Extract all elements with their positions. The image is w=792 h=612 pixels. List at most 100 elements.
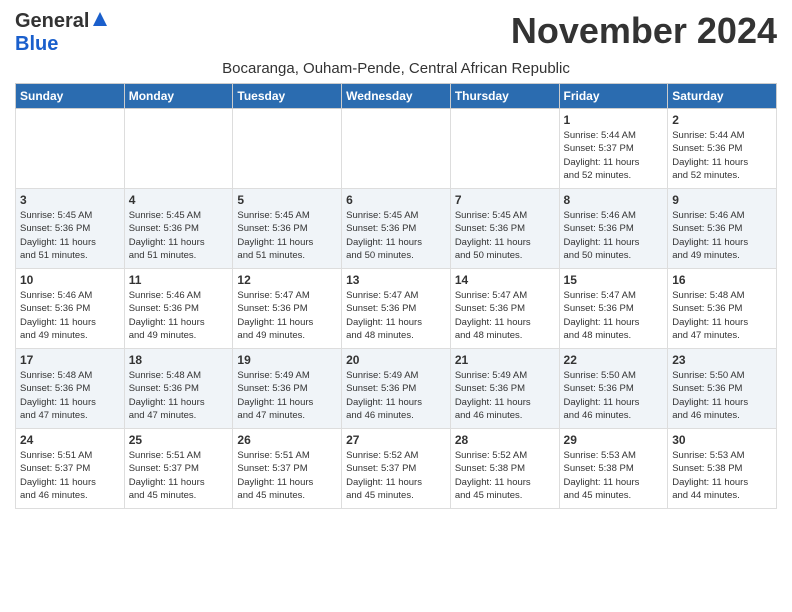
day-info: Sunrise: 5:47 AMSunset: 5:36 PMDaylight:… (237, 289, 337, 342)
logo-icon (91, 10, 109, 33)
day-info: Sunrise: 5:49 AMSunset: 5:36 PMDaylight:… (455, 369, 555, 422)
day-info: Sunrise: 5:47 AMSunset: 5:36 PMDaylight:… (346, 289, 446, 342)
calendar-cell: 19Sunrise: 5:49 AMSunset: 5:36 PMDayligh… (233, 349, 342, 429)
calendar-cell: 2Sunrise: 5:44 AMSunset: 5:36 PMDaylight… (668, 109, 777, 189)
calendar-cell: 27 Sunrise: 5:52 AMSunset: 5:37 PMDayligh… (342, 429, 451, 509)
calendar-cell: 5Sunrise: 5:45 AMSunset: 5:36 PMDaylight… (233, 189, 342, 269)
calendar-cell: 20 Sunrise: 5:49 AMSunset: 5:36 PMDayligh… (342, 349, 451, 429)
day-info: Sunrise: 5:48 AMSunset: 5:36 PMDaylight:… (20, 369, 120, 422)
day-info: Sunrise: 5:48 AMSunset: 5:36 PMDaylight:… (129, 369, 229, 422)
calendar-cell: 14 Sunrise: 5:47 AMSunset: 5:36 PMDayligh… (450, 269, 559, 349)
day-number: 17 (20, 353, 120, 367)
subtitle: Bocaranga, Ouham-Pende, Central African … (15, 60, 777, 77)
day-number: 29 (564, 433, 664, 447)
day-info: Sunrise: 5:51 AMSunset: 5:37 PMDaylight:… (237, 449, 337, 502)
day-info: Sunrise: 5:47 AMSunset: 5:36 PMDaylight:… (564, 289, 664, 342)
day-number: 12 (237, 273, 337, 287)
day-info: Sunrise: 5:44 AMSunset: 5:37 PMDaylight:… (564, 129, 664, 182)
calendar-cell: 25Sunrise: 5:51 AMSunset: 5:37 PMDayligh… (124, 429, 233, 509)
day-number: 27 (346, 433, 446, 447)
month-title: November 2024 (511, 10, 777, 52)
day-number: 20 (346, 353, 446, 367)
weekday-header-saturday: Saturday (668, 84, 777, 109)
calendar-cell: 29 Sunrise: 5:53 AMSunset: 5:38 PMDayligh… (559, 429, 668, 509)
calendar-cell: 11 Sunrise: 5:46 AMSunset: 5:36 PMDayligh… (124, 269, 233, 349)
day-info: Sunrise: 5:51 AMSunset: 5:37 PMDaylight:… (20, 449, 120, 502)
day-info: Sunrise: 5:47 AMSunset: 5:36 PMDaylight:… (455, 289, 555, 342)
day-info: Sunrise: 5:53 AMSunset: 5:38 PMDaylight:… (672, 449, 772, 502)
calendar-week-3: 10 Sunrise: 5:46 AMSunset: 5:36 PMDayligh… (16, 269, 777, 349)
day-info: Sunrise: 5:46 AMSunset: 5:36 PMDaylight:… (672, 209, 772, 262)
day-info: Sunrise: 5:52 AMSunset: 5:37 PMDaylight:… (346, 449, 446, 502)
day-info: Sunrise: 5:45 AMSunset: 5:36 PMDaylight:… (129, 209, 229, 262)
calendar-cell: 23Sunrise: 5:50 AMSunset: 5:36 PMDayligh… (668, 349, 777, 429)
day-number: 3 (20, 193, 120, 207)
day-info: Sunrise: 5:52 AMSunset: 5:38 PMDaylight:… (455, 449, 555, 502)
calendar-cell: 18 Sunrise: 5:48 AMSunset: 5:36 PMDayligh… (124, 349, 233, 429)
header: General Blue November 2024 (15, 10, 777, 56)
day-number: 13 (346, 273, 446, 287)
weekday-header-monday: Monday (124, 84, 233, 109)
day-number: 7 (455, 193, 555, 207)
day-number: 30 (672, 433, 772, 447)
day-number: 18 (129, 353, 229, 367)
weekday-header-tuesday: Tuesday (233, 84, 342, 109)
calendar-cell: 28 Sunrise: 5:52 AMSunset: 5:38 PMDayligh… (450, 429, 559, 509)
calendar-week-2: 3 Sunrise: 5:45 AMSunset: 5:36 PMDaylight… (16, 189, 777, 269)
calendar-cell: 4 Sunrise: 5:45 AMSunset: 5:36 PMDaylight… (124, 189, 233, 269)
calendar-cell: 22Sunrise: 5:50 AMSunset: 5:36 PMDayligh… (559, 349, 668, 429)
day-number: 19 (237, 353, 337, 367)
calendar-table: SundayMondayTuesdayWednesdayThursdayFrid… (15, 83, 777, 509)
calendar-cell: 12 Sunrise: 5:47 AMSunset: 5:36 PMDayligh… (233, 269, 342, 349)
logo: General Blue (15, 10, 109, 56)
day-info: Sunrise: 5:45 AMSunset: 5:36 PMDaylight:… (20, 209, 120, 262)
day-number: 24 (20, 433, 120, 447)
calendar-cell: 1 Sunrise: 5:44 AMSunset: 5:37 PMDaylight… (559, 109, 668, 189)
calendar-week-1: 1 Sunrise: 5:44 AMSunset: 5:37 PMDaylight… (16, 109, 777, 189)
calendar-cell (124, 109, 233, 189)
calendar-cell: 6 Sunrise: 5:45 AMSunset: 5:36 PMDaylight… (342, 189, 451, 269)
calendar-cell: 9 Sunrise: 5:46 AMSunset: 5:36 PMDaylight… (668, 189, 777, 269)
day-number: 4 (129, 193, 229, 207)
day-info: Sunrise: 5:53 AMSunset: 5:38 PMDaylight:… (564, 449, 664, 502)
calendar-cell: 24 Sunrise: 5:51 AMSunset: 5:37 PMDayligh… (16, 429, 125, 509)
logo-blue: Blue (15, 33, 58, 55)
calendar-cell: 17 Sunrise: 5:48 AMSunset: 5:36 PMDayligh… (16, 349, 125, 429)
day-number: 8 (564, 193, 664, 207)
calendar-cell: 8 Sunrise: 5:46 AMSunset: 5:36 PMDaylight… (559, 189, 668, 269)
day-number: 14 (455, 273, 555, 287)
day-number: 25 (129, 433, 229, 447)
weekday-header-sunday: Sunday (16, 84, 125, 109)
day-number: 15 (564, 273, 664, 287)
day-info: Sunrise: 5:45 AMSunset: 5:36 PMDaylight:… (346, 209, 446, 262)
day-info: Sunrise: 5:46 AMSunset: 5:36 PMDaylight:… (564, 209, 664, 262)
day-info: Sunrise: 5:50 AMSunset: 5:36 PMDaylight:… (672, 369, 772, 422)
day-number: 10 (20, 273, 120, 287)
day-info: Sunrise: 5:50 AMSunset: 5:36 PMDaylight:… (564, 369, 664, 422)
day-info: Sunrise: 5:48 AMSunset: 5:36 PMDaylight:… (672, 289, 772, 342)
day-info: Sunrise: 5:45 AMSunset: 5:36 PMDaylight:… (455, 209, 555, 262)
weekday-header-wednesday: Wednesday (342, 84, 451, 109)
calendar-week-5: 24 Sunrise: 5:51 AMSunset: 5:37 PMDayligh… (16, 429, 777, 509)
day-info: Sunrise: 5:46 AMSunset: 5:36 PMDaylight:… (129, 289, 229, 342)
calendar-cell (16, 109, 125, 189)
day-info: Sunrise: 5:46 AMSunset: 5:36 PMDaylight:… (20, 289, 120, 342)
calendar-cell: 15 Sunrise: 5:47 AMSunset: 5:36 PMDayligh… (559, 269, 668, 349)
calendar-cell: 30 Sunrise: 5:53 AMSunset: 5:38 PMDayligh… (668, 429, 777, 509)
weekday-header-thursday: Thursday (450, 84, 559, 109)
day-number: 1 (564, 113, 664, 127)
day-number: 21 (455, 353, 555, 367)
day-info: Sunrise: 5:49 AMSunset: 5:36 PMDaylight:… (346, 369, 446, 422)
day-number: 5 (237, 193, 337, 207)
calendar-cell: 13 Sunrise: 5:47 AMSunset: 5:36 PMDayligh… (342, 269, 451, 349)
day-number: 28 (455, 433, 555, 447)
calendar-cell: 16 Sunrise: 5:48 AMSunset: 5:36 PMDayligh… (668, 269, 777, 349)
day-number: 11 (129, 273, 229, 287)
day-info: Sunrise: 5:44 AMSunset: 5:36 PMDaylight:… (672, 129, 772, 182)
day-number: 9 (672, 193, 772, 207)
calendar-cell (342, 109, 451, 189)
day-number: 16 (672, 273, 772, 287)
calendar-week-4: 17 Sunrise: 5:48 AMSunset: 5:36 PMDayligh… (16, 349, 777, 429)
calendar-cell: 3 Sunrise: 5:45 AMSunset: 5:36 PMDaylight… (16, 189, 125, 269)
day-number: 6 (346, 193, 446, 207)
